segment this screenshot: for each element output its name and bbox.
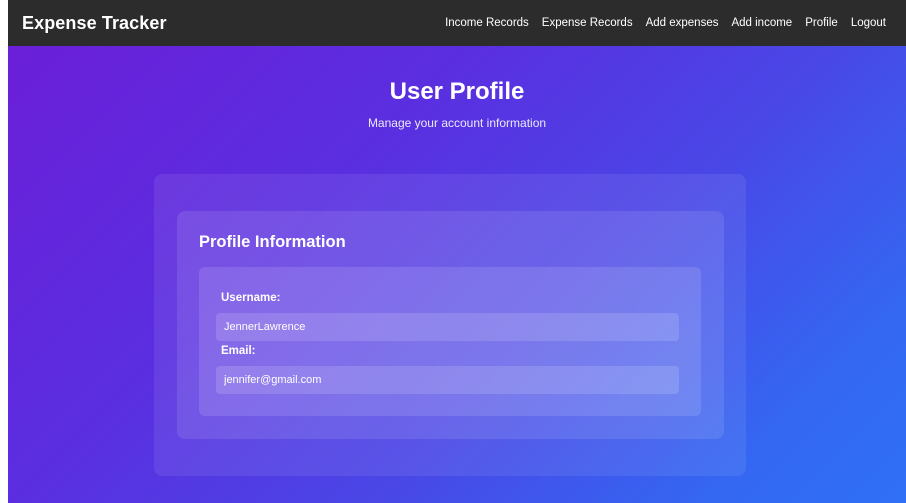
profile-page-main: User Profile Manage your account informa…	[8, 46, 906, 503]
app-frame: Expense Tracker Income Records Expense R…	[8, 0, 906, 503]
profile-fields-panel: Username: Email:	[199, 267, 701, 416]
nav-link-expense-records[interactable]: Expense Records	[542, 17, 633, 29]
page-title: User Profile	[389, 78, 525, 105]
page-subtitle: Manage your account information	[367, 116, 547, 130]
nav-link-logout[interactable]: Logout	[851, 17, 886, 29]
nav-link-add-expenses[interactable]: Add expenses	[646, 17, 719, 29]
nav-link-profile[interactable]: Profile	[805, 17, 838, 29]
nav-links: Income Records Expense Records Add expen…	[445, 17, 886, 29]
section-title: Profile Information	[199, 233, 346, 251]
username-field[interactable]	[216, 313, 679, 341]
nav-link-add-income[interactable]: Add income	[731, 17, 792, 29]
email-field[interactable]	[216, 366, 679, 394]
username-label: Username:	[221, 292, 281, 304]
profile-information-card: Profile Information Username: Email:	[177, 211, 724, 439]
nav-link-income-records[interactable]: Income Records	[445, 17, 529, 29]
top-navbar: Expense Tracker Income Records Expense R…	[8, 0, 906, 46]
email-label: Email:	[221, 345, 256, 357]
profile-card: Profile Information Username: Email:	[154, 174, 746, 476]
brand-title[interactable]: Expense Tracker	[22, 13, 167, 34]
